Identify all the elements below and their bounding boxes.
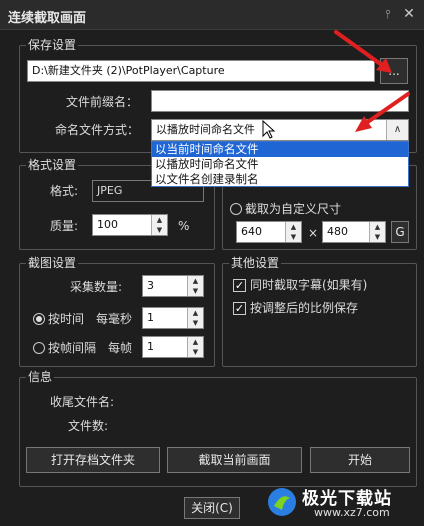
window-title: 连续截取画面	[8, 11, 87, 26]
by-time-spin-arrows[interactable]: ▲ ▼	[187, 308, 203, 328]
save-path-input[interactable]: D:\新建文件夹 (2)\PotPlayer\Capture	[27, 60, 375, 82]
quality-label: 质量:	[50, 219, 79, 233]
capture-current-button[interactable]: 截取当前画面	[167, 447, 302, 473]
other-settings-title: 其他设置	[229, 256, 282, 270]
naming-option-current-time[interactable]: 以当前时间命名文件	[152, 142, 408, 157]
width-spin-arrows[interactable]: ▲ ▼	[285, 222, 301, 242]
per-frame-label: 每帧	[108, 341, 133, 355]
capture-settings-title: 截图设置	[26, 256, 79, 270]
times-sign: ×	[308, 226, 319, 240]
annotation-arrow-browse	[334, 30, 392, 73]
by-frame-label: 按帧间隔	[48, 341, 97, 355]
open-folder-button[interactable]: 打开存档文件夹	[26, 447, 160, 473]
by-frame-value: 1	[147, 340, 154, 353]
by-time-spinner[interactable]: 1 ▲ ▼	[142, 307, 204, 329]
naming-select-value: 以播放时间命名文件	[156, 123, 255, 136]
prefix-label: 文件前缀名：	[66, 95, 139, 109]
title-bar: 连续截取画面 ⫯ ✕	[0, 0, 424, 30]
watermark-logo-icon	[268, 488, 296, 516]
save-settings-title: 保存设置	[26, 38, 79, 52]
subtitle-label: 同时截取字幕(如果有)	[250, 278, 368, 292]
format-select-value: JPEG	[97, 184, 123, 197]
height-value: 480	[327, 225, 348, 238]
format-label: 格式:	[50, 184, 79, 198]
by-frame-spinner[interactable]: 1 ▲ ▼	[142, 336, 204, 358]
start-button[interactable]: 开始	[310, 447, 410, 473]
pin-icon[interactable]: ⫯	[380, 6, 396, 22]
g-button[interactable]: G	[391, 221, 409, 243]
ratio-label: 按调整后的比例保存	[250, 301, 359, 315]
count-spinner[interactable]: 3 ▲ ▼	[142, 275, 204, 297]
quality-unit: %	[178, 219, 190, 233]
naming-option-play-time[interactable]: 以播放时间命名文件	[152, 157, 408, 172]
naming-label: 命名文件方式：	[55, 123, 140, 137]
close-icon[interactable]: ✕	[400, 5, 418, 23]
format-settings-title: 格式设置	[26, 158, 79, 172]
file-count-label: 文件数:	[68, 419, 109, 433]
quality-value: 100	[97, 218, 118, 231]
quality-spin-arrows[interactable]: ▲ ▼	[151, 215, 167, 235]
custom-size-radio[interactable]	[230, 203, 242, 215]
by-time-radio[interactable]	[33, 313, 45, 325]
annotation-arrow-naming	[355, 92, 410, 132]
naming-option-file-name[interactable]: 以文件名创建录制名	[152, 172, 408, 187]
info-title: 信息	[26, 370, 55, 384]
naming-dropdown-list[interactable]: 以当前时间命名文件 以播放时间命名文件 以文件名创建录制名	[151, 141, 409, 187]
height-spinner[interactable]: 480 ▲ ▼	[322, 221, 386, 243]
by-frame-radio[interactable]	[33, 342, 45, 354]
close-button[interactable]: 关闭(C)	[184, 497, 240, 519]
last-file-label: 收尾文件名:	[50, 395, 115, 409]
count-label: 采集数量:	[70, 280, 123, 294]
subtitle-checkbox[interactable]: ✓	[233, 279, 246, 292]
watermark-logo: 极光下载站 www.xz7.com	[266, 482, 416, 522]
quality-spinner[interactable]: 100 ▲ ▼	[92, 214, 168, 236]
count-spin-arrows[interactable]: ▲ ▼	[187, 276, 203, 296]
by-time-label: 按时间	[48, 312, 85, 326]
custom-size-label: 截取为自定义尺寸	[245, 202, 342, 216]
height-spin-arrows[interactable]: ▲ ▼	[369, 222, 385, 242]
cursor-icon	[262, 120, 276, 139]
ratio-checkbox[interactable]: ✓	[233, 302, 246, 315]
per-ms-label: 每毫秒	[96, 312, 133, 326]
width-value: 640	[241, 225, 262, 238]
by-time-value: 1	[147, 311, 154, 324]
watermark-url: www.xz7.com	[314, 506, 390, 519]
width-spinner[interactable]: 640 ▲ ▼	[236, 221, 302, 243]
by-frame-spin-arrows[interactable]: ▲ ▼	[187, 337, 203, 357]
count-value: 3	[147, 279, 154, 292]
